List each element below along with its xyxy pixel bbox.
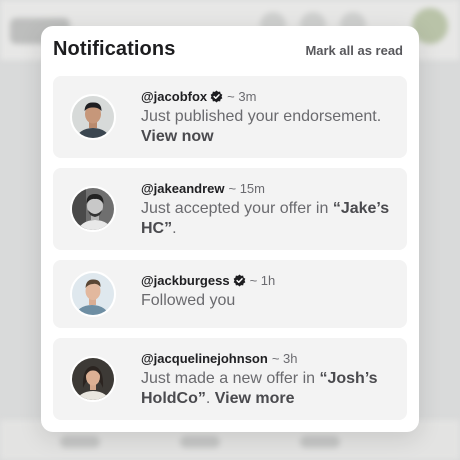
user-photo-icon bbox=[72, 358, 114, 400]
timestamp: ~ 3h bbox=[271, 351, 298, 366]
notification-message: Just published your endorsement. View no… bbox=[141, 107, 393, 147]
message-text: Followed you bbox=[141, 292, 236, 309]
timestamp: ~ 1h bbox=[249, 273, 276, 288]
user-handle[interactable]: @jakeandrew bbox=[141, 181, 225, 196]
user-photo-icon bbox=[72, 188, 114, 230]
user-photo-icon bbox=[72, 273, 114, 315]
notification-card[interactable]: @jacquelinejohnson ~ 3h Just made a new o… bbox=[53, 338, 407, 420]
message-suffix: . bbox=[205, 390, 211, 407]
notification-message: Followed you bbox=[141, 291, 393, 311]
notifications-panel: Notifications Mark all as read @jacobfox… bbox=[41, 26, 419, 432]
avatar[interactable] bbox=[70, 271, 116, 317]
notification-meta: @jacquelinejohnson ~ 3h bbox=[141, 351, 397, 366]
view-more-link[interactable]: View more bbox=[215, 390, 295, 407]
background-shape bbox=[180, 436, 220, 448]
user-photo-icon bbox=[72, 96, 114, 138]
avatar[interactable] bbox=[70, 94, 116, 140]
notification-meta: @jakeandrew ~ 15m bbox=[141, 181, 397, 196]
panel-title: Notifications bbox=[53, 38, 176, 60]
notification-meta: @jackburgess ~ 1h bbox=[141, 273, 397, 290]
background-shape bbox=[300, 436, 340, 448]
verified-badge-icon bbox=[233, 274, 246, 290]
message-text: Just published your endorsement. bbox=[141, 108, 382, 125]
user-handle[interactable]: @jacquelinejohnson bbox=[141, 351, 268, 366]
notification-card[interactable]: @jakeandrew ~ 15m Just accepted your offe… bbox=[53, 168, 407, 250]
timestamp: ~ 3m bbox=[227, 89, 257, 104]
notification-card[interactable]: @jacobfox ~ 3m Just published your endors… bbox=[53, 76, 407, 158]
avatar[interactable] bbox=[70, 186, 116, 232]
panel-header: Notifications Mark all as read bbox=[53, 38, 407, 64]
user-handle[interactable]: @jackburgess bbox=[141, 273, 230, 288]
user-handle[interactable]: @jacobfox bbox=[141, 89, 207, 104]
mark-all-as-read-button[interactable]: Mark all as read bbox=[305, 43, 403, 58]
background-shape bbox=[60, 436, 100, 448]
message-suffix: . bbox=[172, 220, 177, 237]
timestamp: ~ 15m bbox=[228, 181, 266, 196]
notification-message: Just made a new offer in “Josh’s HoldCo”… bbox=[141, 369, 393, 409]
verified-badge-icon bbox=[210, 90, 223, 106]
avatar[interactable] bbox=[70, 356, 116, 402]
view-now-link[interactable]: View now bbox=[141, 128, 214, 145]
notification-meta: @jacobfox ~ 3m bbox=[141, 89, 397, 106]
message-text: Just made a new offer in bbox=[141, 370, 316, 387]
notification-card[interactable]: @jackburgess ~ 1h Followed you bbox=[53, 260, 407, 328]
message-text: Just accepted your offer in bbox=[141, 200, 329, 217]
notification-message: Just accepted your offer in “Jake’s HC”. bbox=[141, 199, 393, 239]
